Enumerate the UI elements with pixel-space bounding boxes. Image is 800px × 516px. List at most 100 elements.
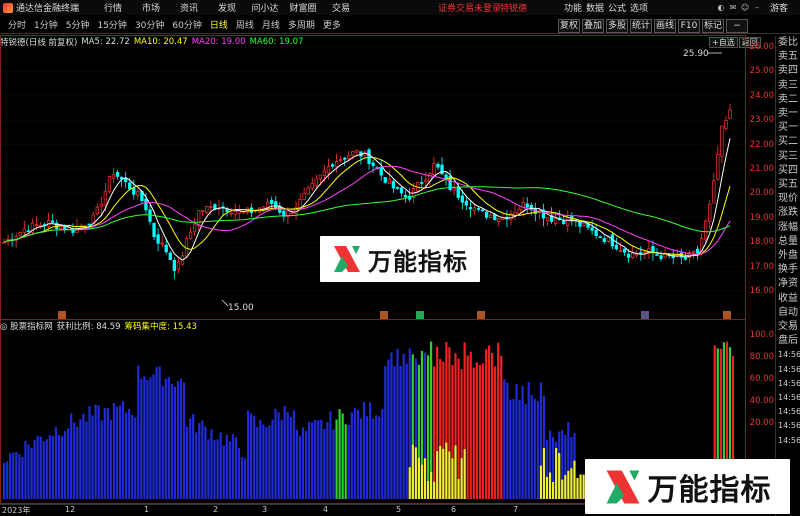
candle-body [432,163,436,175]
candle-body [424,179,428,182]
indicator-bar [140,378,143,499]
indicator-bar [393,365,396,499]
event-marker-icon [723,311,731,319]
side-panel-item: 交易 [778,321,798,333]
indicator-bar [295,429,298,499]
indicator-bar [518,399,521,499]
indicator-yellow-bar [420,464,424,499]
indicator-bar [201,420,204,499]
indicator-bar [375,415,378,499]
candle-body [631,252,635,259]
indicator-bar [164,378,167,499]
indicator-yellow-bar [552,482,555,499]
candle-body [468,207,473,210]
indicator-yellow-bar [442,448,445,499]
candle-body [545,217,550,221]
high-price-label: 25.90 [683,49,709,59]
side-panel-item: 14:56 [778,364,800,374]
candle-body [18,231,22,236]
indicator-bar [45,439,48,499]
indicator-bar [262,424,265,499]
indicator-bar [390,352,393,499]
candle-body [602,238,606,242]
indicator-yellow-bar [555,448,558,499]
side-panel-item: 14:56 [778,421,800,431]
indicator-bar [85,421,88,499]
candle-body [371,162,375,166]
indicator-bar [350,412,353,499]
indicator-bar [118,405,122,499]
indicator-bar [97,405,100,499]
indicator-bar [9,453,12,499]
indicator-bar [27,444,30,499]
indicator-yellow-bar [436,451,439,499]
side-panel-item: 买三 [778,150,798,162]
indicator-bar [182,382,186,499]
candle-body [334,161,339,168]
indicator-bar [347,424,350,499]
indicator-bar [228,441,231,499]
candle-body [383,177,387,183]
date-tick: 7 [513,505,519,514]
candle-body [136,191,140,196]
indicator-bar [494,366,497,499]
indicator-bar [33,440,36,499]
candle-body [99,203,103,208]
indicator-yellow-bar [576,477,579,499]
indicator-bar [243,458,247,499]
indicator-yellow-bar [417,457,420,499]
candle-body [128,182,132,190]
indicator-bar [234,437,237,499]
indicator-bar [88,406,91,499]
candle-body [387,178,391,184]
indicator-bar [231,434,234,499]
indicator-bar [259,419,262,499]
candle-body [643,251,647,254]
indicator-bar [161,386,164,499]
indicator-bar [94,404,97,499]
indicator-bar [149,377,152,499]
indicator-bar [277,412,280,499]
watermark-logo-icon [334,246,360,272]
indicator-bar [515,384,518,499]
indicator-bar [530,394,533,499]
candle-body [489,214,493,218]
indicator-bar [317,420,320,499]
candle-body [355,150,359,153]
indicator-bar [100,420,103,499]
indicator-bar [213,440,216,499]
candle-body [322,170,327,176]
candle-body [343,157,347,160]
side-panel-item: 涨跌 [778,207,798,219]
candle-body [197,210,201,227]
indicator-info-bar: ◎ 股票指标网 获利比例: 84.59 筹码集中度: 15.43 [0,320,201,332]
price-axis-label: 21.00 [749,164,774,174]
candle-body [95,206,99,215]
indicator-bar [82,413,85,499]
date-tick: 3 [262,505,268,514]
indicator-bar [372,418,375,499]
candle-body [695,248,700,254]
indicator-bar [195,432,198,499]
indicator-bar [24,440,27,499]
candle-body [205,206,209,213]
indicator-axis-label: 80.00 [749,352,774,362]
event-marker-icon [416,311,424,319]
candle-body [635,253,639,256]
indicator-bar [250,413,253,499]
indicator-bar [484,349,488,499]
candle-body [691,250,696,253]
indicator-bar [121,401,125,499]
candle-body [367,149,371,164]
candle-body [659,255,663,259]
indicator-bar [15,451,18,499]
price-axis-label: 22.00 [749,139,774,150]
candle-body [598,236,602,239]
indicator-bar [381,409,384,499]
indicator-bar [112,402,115,499]
indicator-bar [369,402,372,499]
indicator-bar [320,419,323,499]
candle-body [233,211,237,215]
candle-body [152,223,156,238]
side-panel-item: 卖三 [778,79,798,91]
